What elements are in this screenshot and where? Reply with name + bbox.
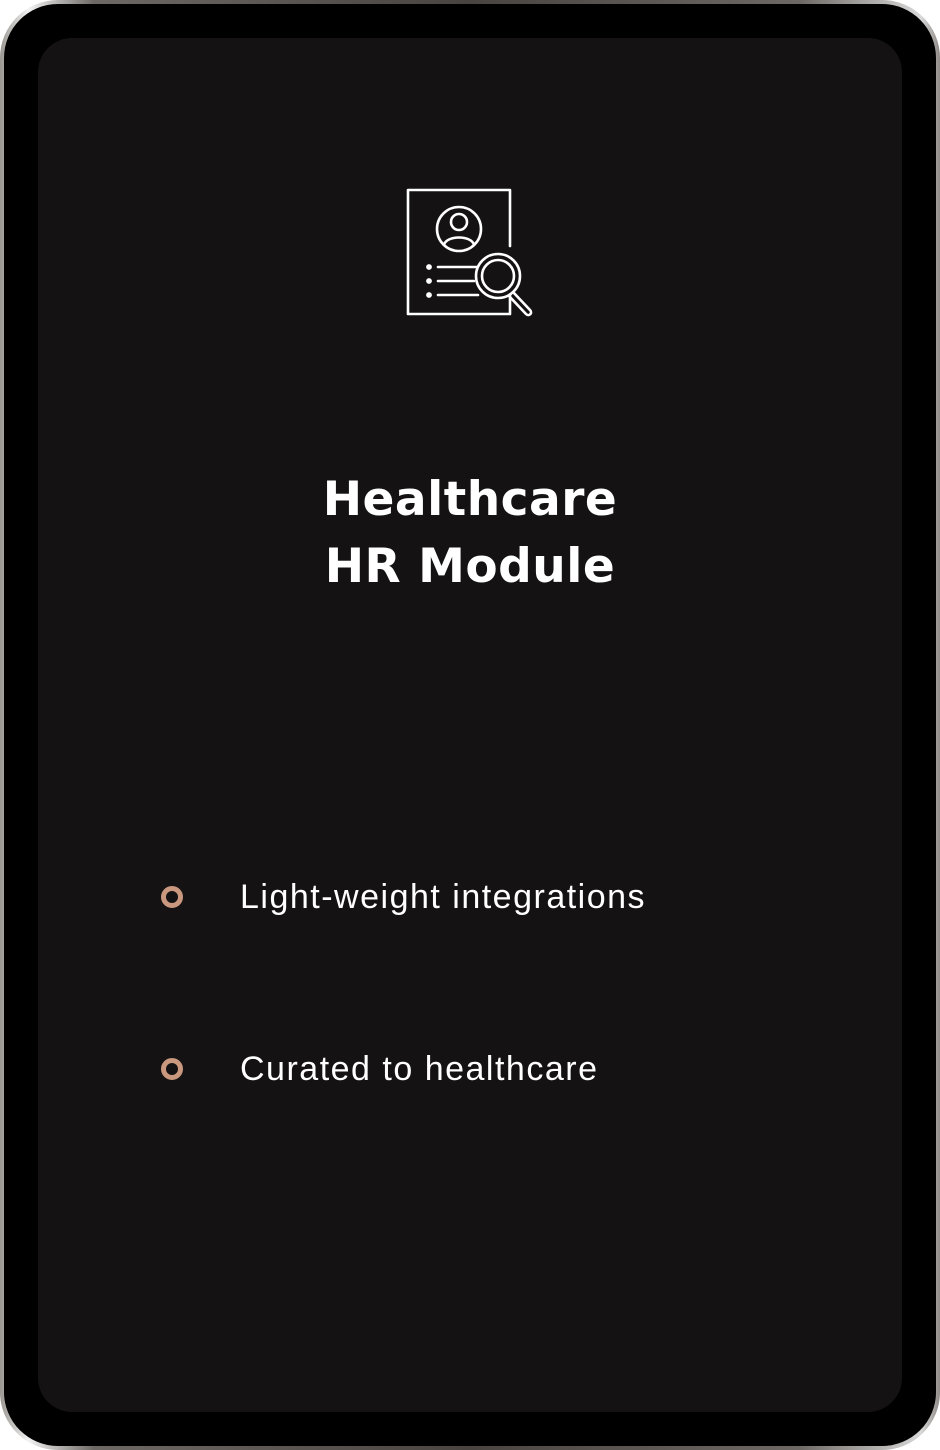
feature-label: Light-weight integrations <box>240 878 647 916</box>
module-title-line-2: HR Module <box>324 539 616 594</box>
ring-bullet-icon <box>161 1058 183 1080</box>
feature-item-integrations: Light-weight integrations <box>160 872 860 932</box>
feature-item-healthcare: Curated to healthcare <box>160 1044 860 1104</box>
module-title-line-1: Healthcare <box>322 472 618 527</box>
ring-bullet-icon <box>161 886 183 908</box>
profile-search-document-icon <box>402 184 542 324</box>
module-title: Healthcare HR Module <box>38 466 902 600</box>
feature-label: Curated to healthcare <box>240 1050 599 1088</box>
module-card: Healthcare HR Module Light-weight integr… <box>38 38 902 1412</box>
